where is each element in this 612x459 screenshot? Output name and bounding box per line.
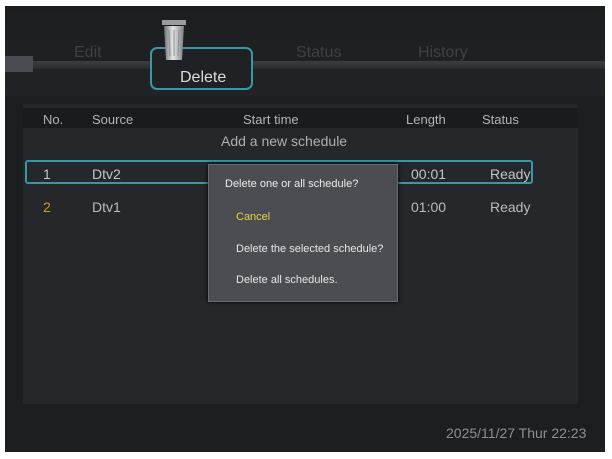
row-1-length: 00:01 bbox=[411, 166, 447, 182]
column-header-no: No. bbox=[43, 112, 64, 127]
tab-history[interactable]: History bbox=[418, 44, 468, 62]
menu-bar-line bbox=[5, 61, 605, 69]
row-1-source: Dtv2 bbox=[92, 166, 121, 182]
add-new-schedule[interactable]: Add a new schedule bbox=[221, 133, 347, 149]
dialog-option-cancel[interactable]: Cancel bbox=[236, 211, 270, 223]
column-header-length: Length bbox=[406, 112, 446, 127]
row-1-status: Ready bbox=[490, 166, 531, 182]
status-datetime: 2025/11/27 Thur 22:23 bbox=[446, 425, 587, 441]
column-header-start-time: Start time bbox=[243, 112, 299, 127]
row-2-source[interactable]: Dtv1 bbox=[92, 199, 121, 215]
row-2-no[interactable]: 2 bbox=[43, 199, 51, 215]
menu-bar-edge bbox=[5, 56, 33, 72]
dialog-option-delete-all[interactable]: Delete all schedules. bbox=[236, 274, 338, 286]
row-2-status[interactable]: Ready bbox=[490, 199, 530, 215]
trash-icon bbox=[162, 20, 186, 60]
tab-status[interactable]: Status bbox=[296, 44, 341, 62]
tab-delete-label: Delete bbox=[180, 69, 227, 86]
dialog-title: Delete one or all schedule? bbox=[225, 178, 359, 190]
row-2-length[interactable]: 01:00 bbox=[411, 199, 446, 215]
row-1-no: 1 bbox=[43, 166, 51, 182]
column-header-source: Source bbox=[92, 112, 134, 127]
dialog-option-delete-selected[interactable]: Delete the selected schedule? bbox=[236, 243, 383, 255]
tab-edit[interactable]: Edit bbox=[74, 44, 102, 62]
column-header-status: Status bbox=[482, 112, 519, 127]
